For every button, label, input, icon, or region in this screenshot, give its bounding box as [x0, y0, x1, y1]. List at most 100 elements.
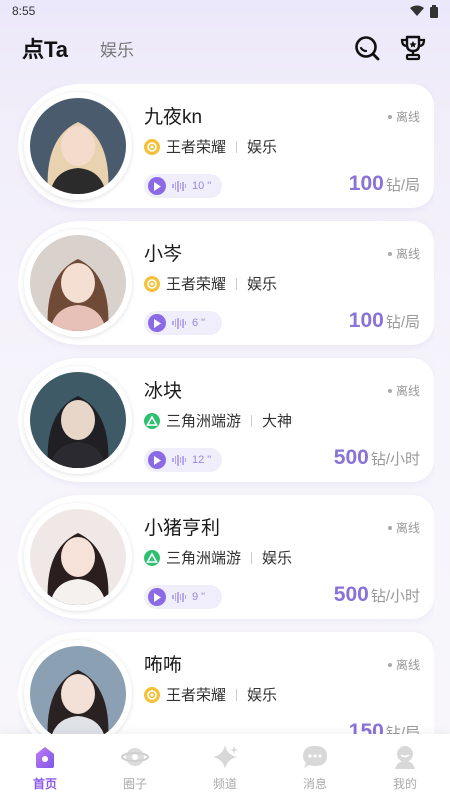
category-tag: 大神 — [262, 413, 293, 430]
play-icon — [148, 451, 166, 469]
price: 100 钻/局 — [349, 309, 420, 333]
tab-entertainment[interactable]: 娱乐 — [100, 36, 134, 61]
game-name: 王者荣耀 — [166, 687, 227, 704]
price-value: 500 — [333, 583, 369, 606]
category-tag: 娱乐 — [262, 550, 293, 567]
category-tag: 娱乐 — [247, 687, 278, 704]
voice-intro-button[interactable]: 9 " — [144, 585, 222, 609]
waveform-icon — [172, 454, 186, 466]
tag-divider — [236, 140, 238, 153]
nav-label: 我的 — [392, 776, 417, 791]
wifi-icon — [410, 5, 424, 16]
skill-tags: 三角洲端游 娱乐 — [144, 547, 292, 568]
play-icon — [148, 314, 166, 332]
voice-intro-button[interactable]: 10 " — [144, 174, 222, 198]
price: 500 钻/小时 — [334, 583, 420, 607]
game-name: 三角洲端游 — [166, 413, 242, 430]
price-value: 150 — [348, 720, 384, 734]
companion-list: 九夜kn 离线 王者荣耀 娱乐 10 " 100 钻/局 小岑 离线 王者荣耀 … — [18, 84, 434, 734]
delta-force-icon — [144, 412, 160, 429]
profile-icon — [391, 743, 419, 771]
price-unit: 钻/局 — [385, 725, 420, 734]
avatar-frame — [24, 366, 132, 474]
nav-item-sparkle[interactable]: 频道 — [190, 743, 260, 792]
honor-of-kings-icon — [144, 138, 160, 155]
nav-label: 频道 — [212, 776, 237, 791]
companion-name: 小岑 — [144, 244, 183, 265]
game-name: 王者荣耀 — [166, 139, 227, 156]
game-name: 王者荣耀 — [166, 276, 227, 293]
avatar[interactable] — [30, 509, 126, 605]
skill-tags: 三角洲端游 大神 — [144, 410, 292, 431]
companion-card[interactable]: 小岑 离线 王者荣耀 娱乐 6 " 100 钻/局 — [18, 221, 434, 345]
nav-label: 圈子 — [122, 776, 147, 791]
online-status: 离线 — [387, 382, 420, 399]
honor-of-kings-icon — [144, 686, 160, 703]
waveform-icon — [172, 317, 186, 329]
waveform-icon — [172, 180, 186, 192]
voice-intro-button[interactable]: 12 " — [144, 448, 222, 472]
price-unit: 钻/小时 — [370, 588, 420, 605]
skill-tags: 王者荣耀 娱乐 — [144, 136, 277, 157]
play-icon — [148, 588, 166, 606]
price-value: 100 — [348, 172, 384, 195]
companion-card[interactable]: 冰块 离线 三角洲端游 大神 12 " 500 钻/小时 — [18, 358, 434, 482]
sparkle-icon — [211, 743, 239, 771]
nav-label: 消息 — [302, 776, 327, 791]
home-icon — [31, 743, 59, 771]
tag-divider — [236, 277, 238, 290]
avatar-frame — [24, 640, 132, 734]
chat-bubble-icon — [301, 743, 329, 771]
category-tag: 娱乐 — [247, 276, 278, 293]
search-icon — [355, 36, 380, 61]
tag-divider — [251, 414, 253, 427]
voice-duration: 12 " — [192, 454, 212, 466]
planet-icon — [121, 743, 149, 771]
avatar[interactable] — [30, 372, 126, 468]
waveform-icon — [172, 591, 186, 603]
avatar-frame — [24, 229, 132, 337]
price-value: 500 — [333, 446, 369, 469]
leaderboard-button[interactable] — [398, 33, 428, 63]
companion-card[interactable]: 咘咘 离线 王者荣耀 娱乐 150 钻/局 — [18, 632, 434, 734]
nav-item-profile[interactable]: 我的 — [370, 743, 440, 792]
play-icon — [148, 177, 166, 195]
price-value: 100 — [348, 309, 384, 332]
status-time: 8:55 — [12, 4, 36, 18]
avatar[interactable] — [30, 235, 126, 331]
companion-card[interactable]: 九夜kn 离线 王者荣耀 娱乐 10 " 100 钻/局 — [18, 84, 434, 208]
nav-label: 首页 — [32, 776, 57, 791]
avatar-frame — [24, 92, 132, 200]
top-header: 点Ta 娱乐 — [0, 26, 450, 70]
game-name: 三角洲端游 — [166, 550, 242, 567]
companion-name: 九夜kn — [144, 107, 203, 128]
price-unit: 钻/局 — [385, 314, 420, 331]
online-status: 离线 — [387, 519, 420, 536]
online-status: 离线 — [387, 245, 420, 262]
avatar[interactable] — [30, 646, 126, 734]
tab-dian-ta[interactable]: 点Ta — [22, 32, 68, 64]
price-unit: 钻/局 — [385, 177, 420, 194]
skill-tags: 王者荣耀 娱乐 — [144, 684, 277, 705]
voice-intro-button[interactable]: 6 " — [144, 311, 222, 335]
nav-item-planet[interactable]: 圈子 — [100, 743, 170, 792]
nav-item-home[interactable]: 首页 — [10, 743, 80, 792]
avatar[interactable] — [30, 98, 126, 194]
companion-card[interactable]: 小猪亨利 离线 三角洲端游 娱乐 9 " 500 钻/小时 — [18, 495, 434, 619]
battery-icon — [430, 4, 438, 18]
companion-name: 小猪亨利 — [144, 518, 221, 539]
price-unit: 钻/小时 — [370, 451, 420, 468]
trophy-icon — [400, 35, 426, 61]
companion-name: 咘咘 — [144, 655, 183, 676]
bottom-nav: 首页 圈子 频道 消息 我的 — [0, 734, 450, 800]
honor-of-kings-icon — [144, 275, 160, 292]
voice-duration: 6 " — [192, 317, 206, 329]
search-button[interactable] — [352, 33, 382, 63]
voice-duration: 9 " — [192, 591, 206, 603]
nav-item-chat-bubble[interactable]: 消息 — [280, 743, 350, 792]
online-status: 离线 — [387, 656, 420, 673]
online-status: 离线 — [387, 108, 420, 125]
status-icons — [410, 4, 438, 18]
tag-divider — [236, 688, 238, 701]
status-bar: 8:55 — [0, 0, 450, 22]
